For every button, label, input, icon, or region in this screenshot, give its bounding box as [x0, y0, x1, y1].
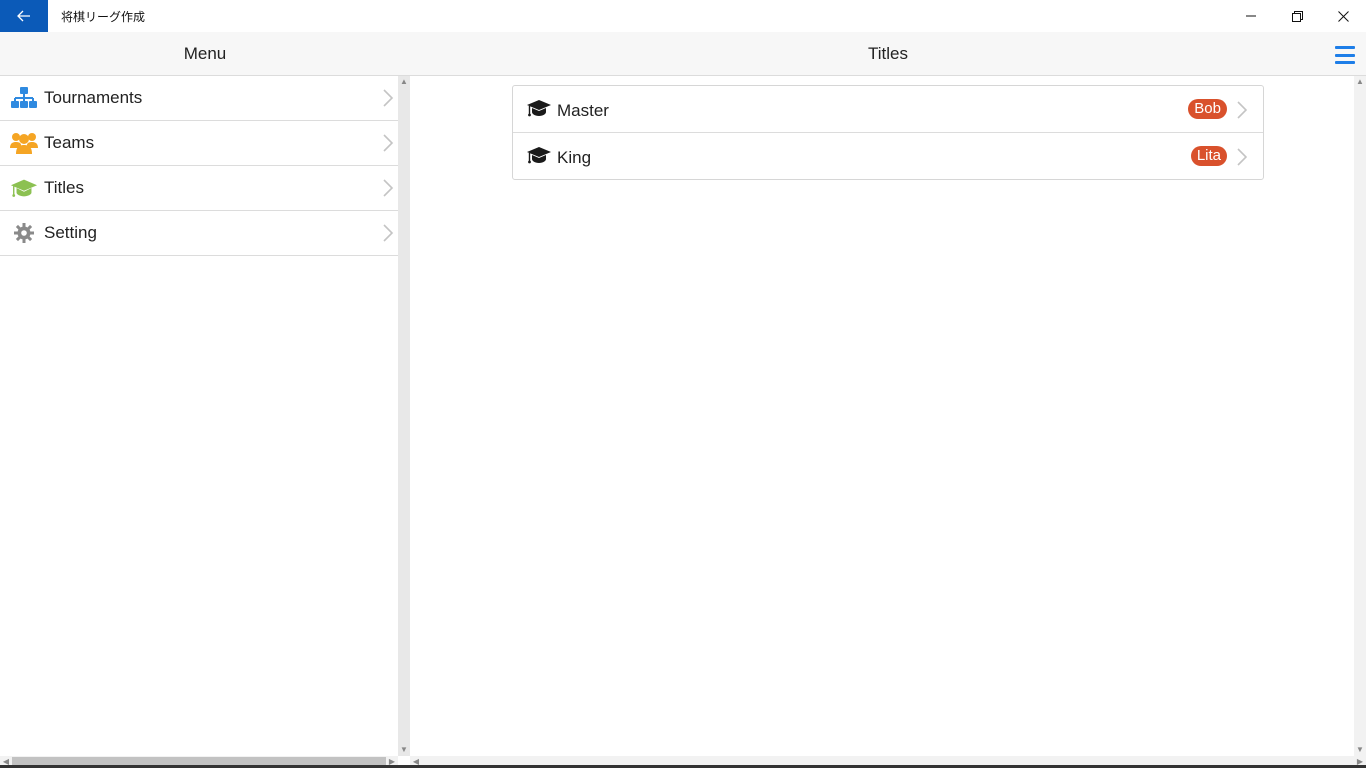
scroll-down-arrow-icon[interactable]: ▼: [1354, 744, 1366, 756]
list-item[interactable]: Master Bob: [513, 86, 1263, 133]
header-bar: Menu Titles: [0, 32, 1366, 76]
titles-list: Master Bob King Lita: [512, 85, 1264, 180]
arrow-left-icon: [17, 10, 30, 22]
sidebar-item-titles[interactable]: Titles: [0, 166, 398, 211]
title-name: Master: [557, 101, 609, 120]
scroll-down-arrow-icon[interactable]: ▼: [398, 744, 410, 756]
list-item[interactable]: King Lita: [513, 133, 1263, 180]
title-bar: 将棋リーグ作成: [0, 0, 1366, 32]
hamburger-menu-button[interactable]: [1333, 44, 1357, 66]
sidebar-item-teams[interactable]: Teams: [0, 121, 398, 166]
chevron-right-icon: [383, 224, 394, 242]
minimize-button[interactable]: [1228, 0, 1274, 32]
graduation-cap-icon: [10, 176, 38, 200]
close-button[interactable]: [1320, 0, 1366, 32]
sidebar-item-label: Titles: [44, 178, 84, 197]
sidebar-item-label: Tournaments: [44, 88, 143, 107]
chevron-right-icon: [383, 179, 394, 197]
scroll-up-arrow-icon[interactable]: ▲: [1354, 76, 1366, 88]
users-icon: [10, 131, 38, 155]
sidebar-item-tournaments[interactable]: Tournaments: [0, 76, 398, 121]
scroll-up-arrow-icon[interactable]: ▲: [398, 76, 410, 88]
gear-icon: [10, 221, 38, 245]
restore-icon: [1291, 10, 1303, 22]
chevron-right-icon: [383, 89, 394, 107]
graduation-cap-icon: [527, 147, 551, 164]
holder-badge: Bob: [1188, 99, 1227, 119]
hamburger-line: [1335, 46, 1355, 49]
sidebar-item-label: Setting: [44, 223, 97, 242]
sitemap-icon: [10, 86, 38, 110]
graduation-cap-icon: [527, 100, 551, 117]
chevron-right-icon: [1237, 101, 1247, 119]
hamburger-line: [1335, 53, 1355, 57]
sidebar-vertical-scrollbar[interactable]: ▲ ▼: [398, 76, 410, 756]
title-name: King: [557, 148, 592, 167]
content-vertical-scrollbar[interactable]: ▲ ▼: [1354, 76, 1366, 756]
close-icon: [1337, 10, 1349, 22]
menu-title: Menu: [183, 44, 227, 63]
chevron-right-icon: [383, 134, 394, 152]
minimize-icon: [1246, 15, 1256, 17]
chevron-right-icon: [1237, 148, 1247, 166]
sidebar-item-setting[interactable]: Setting: [0, 211, 398, 256]
app-title: 将棋リーグ作成: [61, 10, 146, 24]
restore-button[interactable]: [1274, 0, 1320, 32]
back-button[interactable]: [0, 0, 48, 32]
page-title: Titles: [868, 44, 908, 63]
holder-badge: Lita: [1190, 146, 1227, 166]
sidebar: Tournaments Teams Titles Setting: [0, 76, 398, 756]
hamburger-line: [1335, 61, 1355, 64]
sidebar-item-label: Teams: [44, 133, 95, 152]
